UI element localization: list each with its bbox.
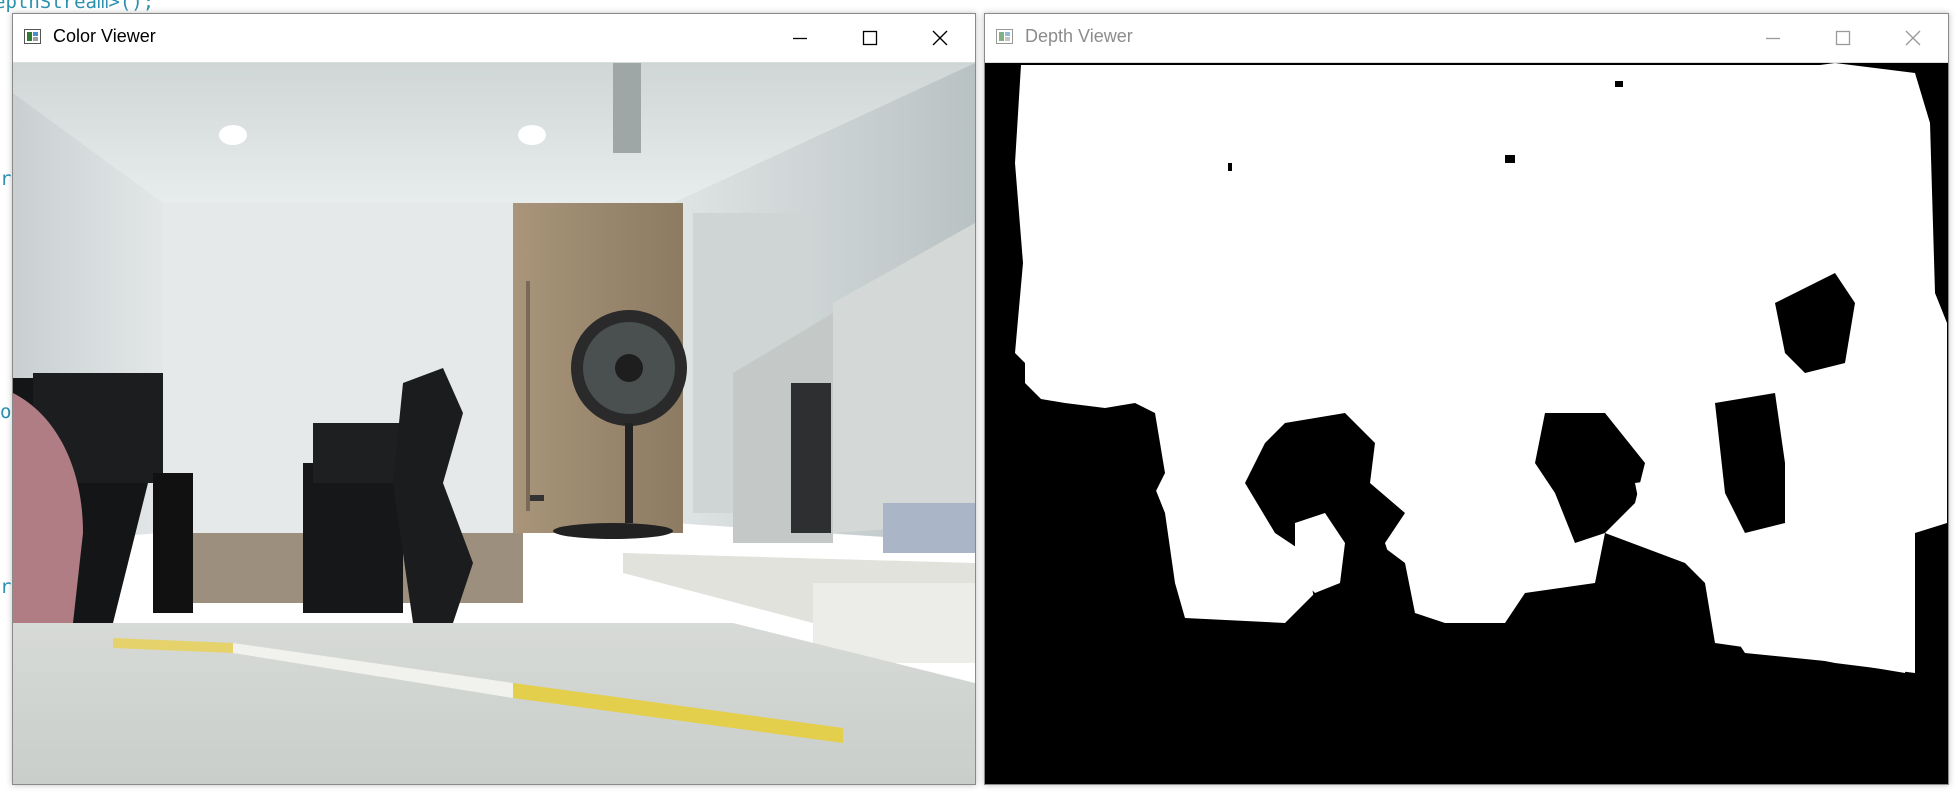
close-icon <box>932 30 948 46</box>
close-button[interactable] <box>905 14 975 62</box>
code-fragment: r <box>0 576 12 598</box>
maximize-button[interactable] <box>1808 14 1878 62</box>
close-icon <box>1905 30 1921 46</box>
close-button[interactable] <box>1878 14 1948 62</box>
minimize-button[interactable] <box>765 14 835 62</box>
color-camera-image <box>13 63 975 784</box>
title-bar[interactable]: Depth Viewer <box>985 14 1948 63</box>
minimize-icon <box>793 37 807 40</box>
minimize-icon <box>1766 37 1780 40</box>
app-icon <box>996 29 1013 44</box>
camera-color-frame <box>13 63 975 784</box>
maximize-icon <box>862 30 878 46</box>
maximize-button[interactable] <box>835 14 905 62</box>
window-title: Color Viewer <box>53 26 156 46</box>
title-bar[interactable]: Color Viewer <box>13 14 975 63</box>
depth-camera-image <box>985 63 1948 784</box>
code-fragment: o <box>0 401 12 423</box>
code-line: epthStream>(); <box>0 0 155 13</box>
minimize-button[interactable] <box>1738 14 1808 62</box>
code-fragment: r <box>0 168 12 190</box>
depth-viewer-window[interactable]: Depth Viewer <box>984 13 1949 785</box>
camera-depth-frame <box>985 63 1948 784</box>
window-title: Depth Viewer <box>1025 26 1133 46</box>
app-icon <box>24 29 41 44</box>
maximize-icon <box>1835 30 1851 46</box>
color-viewer-window[interactable]: Color Viewer <box>12 13 976 785</box>
